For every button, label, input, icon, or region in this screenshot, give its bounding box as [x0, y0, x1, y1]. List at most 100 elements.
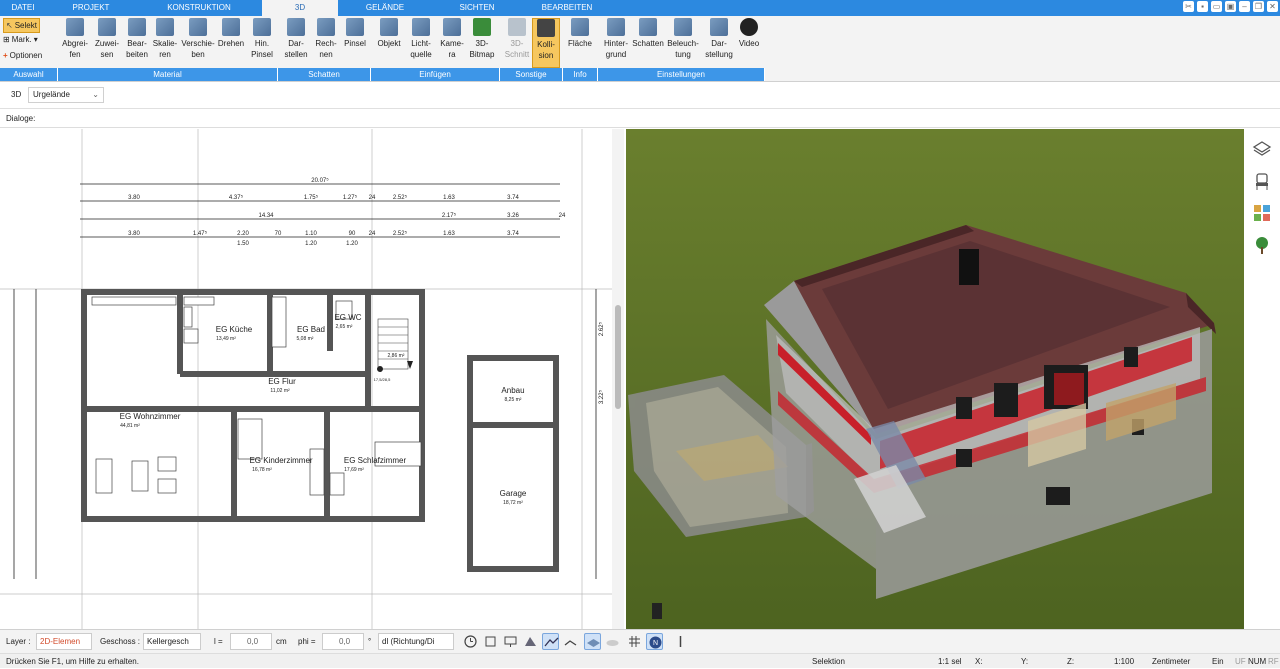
phi-input[interactable]: 0,0: [322, 633, 364, 650]
group-auswahl: Auswahl: [0, 68, 58, 81]
chair-icon: [380, 18, 398, 36]
video-button[interactable]: Video: [736, 18, 762, 49]
monitor-settings-icon[interactable]: [502, 633, 519, 650]
clock-icon[interactable]: [462, 633, 479, 650]
schatten-pinsel-button[interactable]: Pinsel: [342, 18, 368, 49]
tab-gelaende[interactable]: GELÄNDE: [338, 0, 432, 16]
darstellung-button[interactable]: Dar- stellung: [704, 18, 734, 60]
plane-icon[interactable]: [584, 633, 601, 650]
window-controls: ✂ ▪ ▭ ▣ – ❐ ✕: [1183, 1, 1278, 12]
dim-6: 2.52⁵: [393, 194, 408, 201]
scroll-thumb[interactable]: [615, 305, 621, 409]
mark-button[interactable]: ⊞ Mark. ▾: [3, 33, 38, 46]
room-kinderzimmer-name: EG Kinderzimmer: [249, 456, 312, 465]
ground-icon[interactable]: [604, 633, 621, 650]
skalieren-button[interactable]: Skalie- ren: [152, 18, 178, 60]
layers-icon[interactable]: [1252, 139, 1272, 159]
schatten-rechnen-button[interactable]: Rech- nen: [312, 18, 340, 60]
stair-ratio: 17,5/28,5: [374, 377, 391, 382]
kollision-button[interactable]: Kolli- sion: [532, 18, 560, 68]
restore-icon[interactable]: ❐: [1253, 1, 1264, 12]
objekt-button[interactable]: Objekt: [374, 18, 404, 49]
bearbeiten-button[interactable]: Bear- beiten: [122, 18, 152, 60]
north-icon[interactable]: N: [646, 633, 663, 650]
length-input[interactable]: 0,0: [230, 633, 272, 650]
tab-bearbeiten[interactable]: BEARBEITEN: [522, 0, 612, 16]
hin-pinsel-button[interactable]: Hin. Pinsel: [248, 18, 276, 60]
print-icon[interactable]: ▭: [1211, 1, 1222, 12]
3d-schnitt-button[interactable]: 3D- Schnitt: [504, 18, 530, 60]
chair-icon[interactable]: [1252, 171, 1272, 191]
pin-icon[interactable]: [672, 633, 689, 650]
info-bar: Drücken Sie F1, um Hilfe zu erhalten. Se…: [0, 653, 1280, 668]
monitor-icon: [710, 18, 728, 36]
flaeche-button[interactable]: Fläche: [566, 18, 594, 49]
tab-projekt[interactable]: PROJEKT: [46, 0, 136, 16]
floor-plan-view[interactable]: 20.07⁵ 3.80 4.37⁵ 1.75⁵ 1.27⁵ 24 2.52⁵ 1…: [0, 129, 612, 629]
layer-select[interactable]: 2D-Elemen: [36, 633, 92, 650]
terrain-select[interactable]: Urgelände ⌄: [28, 87, 104, 103]
verschieben-button[interactable]: Verschie- ben: [180, 18, 216, 60]
hintergrund-button[interactable]: Hinter- grund: [600, 18, 632, 60]
beleuchtung-button[interactable]: Beleuch- tung: [666, 18, 700, 60]
dim-16: 70: [275, 231, 282, 237]
terrain-snap-icon[interactable]: [542, 633, 559, 650]
3d-view[interactable]: [626, 129, 1244, 629]
room-bad-area: 5,08 m²: [297, 336, 314, 342]
tab-3d[interactable]: 3D: [262, 0, 338, 16]
layer-label: Layer :: [6, 637, 31, 646]
dim-12: 24: [559, 213, 566, 219]
cube-calc-icon: [317, 18, 335, 36]
dim-11: 3.26: [507, 213, 519, 219]
room-garage-area: 18,72 m²: [503, 500, 523, 506]
dialoge-label: Dialoge:: [6, 114, 36, 123]
schatten-settings-button[interactable]: Schatten: [632, 18, 664, 49]
dim-2: 4.37⁵: [229, 194, 244, 201]
zuweisen-button[interactable]: Zuwei- sen: [92, 18, 122, 60]
direction-select[interactable]: dl (Richtung/Di: [378, 633, 454, 650]
dock-icon[interactable]: ▣: [1225, 1, 1236, 12]
wall-snap-icon[interactable]: [562, 633, 579, 650]
room-schlafzimmer-name: EG Schlafzimmer: [344, 456, 407, 465]
dim-total: 20.07⁵: [311, 177, 329, 184]
geschoss-select[interactable]: Kellergesch: [143, 633, 201, 650]
abgreifen-button[interactable]: Abgrei- fen: [60, 18, 90, 60]
play-icon: [740, 18, 758, 36]
schatten-darstellen-button[interactable]: Dar- stellen: [282, 18, 310, 60]
close-icon[interactable]: ✕: [1267, 1, 1278, 12]
plan-scrollbar[interactable]: [612, 129, 624, 629]
tab-konstruktion[interactable]: KONSTRUKTION: [136, 0, 262, 16]
kamera-button[interactable]: Kame- ra: [438, 18, 466, 60]
material-palette-icon[interactable]: [1252, 203, 1272, 223]
3d-bitmap-button[interactable]: 3D- Bitmap: [468, 18, 496, 60]
room-flur-area: 11,02 m²: [270, 388, 290, 394]
selection-scale: 1:1 sel: [938, 657, 962, 666]
minimize-icon[interactable]: –: [1239, 1, 1250, 12]
phi-unit: °: [368, 637, 372, 646]
dialog-bar: Dialoge:: [0, 108, 1280, 128]
object-snap-icon[interactable]: [522, 633, 539, 650]
dim-8: 3.74: [507, 195, 519, 201]
dim-24: 1.20: [305, 241, 317, 247]
room-wc-name: EG WC: [334, 313, 361, 322]
tab-datei[interactable]: DATEI: [0, 0, 46, 16]
snap-icon[interactable]: [482, 633, 499, 650]
plant-icon[interactable]: [1252, 235, 1272, 255]
dim-21: 1.63: [443, 231, 455, 237]
dim-13: 3.80: [128, 231, 140, 237]
save-icon[interactable]: ▪: [1197, 1, 1208, 12]
group-einstellungen: Einstellungen: [598, 68, 765, 81]
mode-text: Selektion: [812, 657, 845, 666]
tools-icon[interactable]: ✂: [1183, 1, 1194, 12]
optionen-button[interactable]: + Optionen: [3, 49, 42, 62]
view-toolbar: 3D Urgelände ⌄: [0, 84, 1280, 106]
area-icon: [571, 18, 589, 36]
drehen-button[interactable]: Drehen: [216, 18, 246, 49]
scale-text: 1:100: [1114, 657, 1135, 666]
selekt-button[interactable]: ↖ Selekt: [3, 18, 40, 33]
tab-sichten[interactable]: SICHTEN: [432, 0, 522, 16]
dim-19: 24: [369, 231, 376, 237]
grid-icon[interactable]: [626, 633, 643, 650]
lichtquelle-button[interactable]: Licht- quelle: [406, 18, 436, 60]
geschoss-label: Geschoss :: [100, 637, 141, 646]
